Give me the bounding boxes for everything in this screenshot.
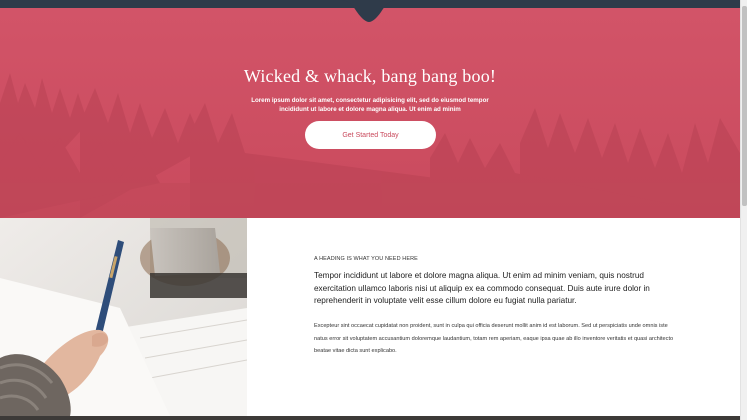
hero-title: Wicked & whack, bang bang boo! xyxy=(243,66,497,86)
hero-subtitle: Lorem ipsum dolor sit amet, consectetur … xyxy=(251,97,489,113)
nav-notch-shape xyxy=(341,0,397,22)
body-paragraph: Excepteur sint occaecat cupidatat non pr… xyxy=(314,323,674,355)
section-heading: A HEADING IS WHAT YOU NEED HERE xyxy=(314,256,418,262)
hero-section: Wicked & whack, bang bang boo! Lorem ips… xyxy=(0,8,740,218)
vertical-scrollbar[interactable] xyxy=(740,0,747,420)
footer-strip xyxy=(0,416,740,420)
writing-hand-photo xyxy=(0,218,247,416)
hand-writing-with-pen-photo xyxy=(0,218,247,416)
scrollbar-thumb[interactable] xyxy=(742,6,747,206)
lead-paragraph: Tempor incididunt ut labore et dolore ma… xyxy=(314,271,650,305)
get-started-button[interactable]: Get Started Today xyxy=(305,121,436,149)
